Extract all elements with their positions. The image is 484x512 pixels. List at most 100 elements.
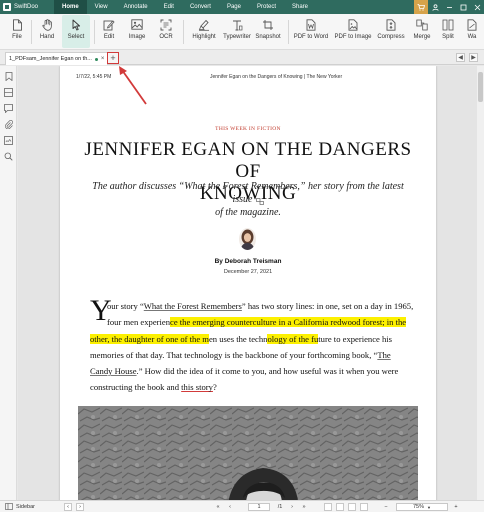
highlight-button[interactable]: Highlight <box>189 15 219 48</box>
select-tool-button[interactable]: Select <box>62 15 90 48</box>
menu-protect[interactable]: Protect <box>249 0 284 14</box>
first-page-icon[interactable]: « <box>214 503 222 511</box>
tab-scroll-left-icon[interactable]: ◀ <box>456 53 465 62</box>
page-header-title: Jennifer Egan on the Dangers of Knowing … <box>210 74 343 80</box>
document-viewer[interactable]: 1/7/22, 5:45 PM Jennifer Egan on the Dan… <box>18 66 477 500</box>
dek-line-1: The author discusses “What the Forest Re… <box>92 181 404 205</box>
split-label: Split <box>442 34 454 40</box>
body-line: constructing the book and this story? <box>90 379 410 395</box>
page-number-input[interactable]: 1 <box>248 503 270 511</box>
last-page-icon[interactable]: » <box>300 503 308 511</box>
swiftdoo-window: SwiftDoo Home View Annotate Edit Convert… <box>0 0 484 512</box>
file-label: File <box>12 34 22 40</box>
author-name[interactable]: Deborah Treisman <box>225 258 282 265</box>
sidebar-toggle[interactable]: Sidebar <box>5 502 35 511</box>
zoom-in-icon[interactable]: + <box>452 503 460 511</box>
menu-edit[interactable]: Edit <box>156 0 182 14</box>
underlined-text[interactable]: this story <box>181 382 213 392</box>
body-text: .” How did the idea of it come to you, a… <box>136 366 399 377</box>
article-byline: By Deborah Treisman <box>60 258 436 265</box>
app-name: SwiftDoo <box>14 4 39 10</box>
next-view-icon[interactable]: › <box>76 503 84 511</box>
bookmark-icon[interactable] <box>4 72 13 81</box>
comments-icon[interactable] <box>4 104 13 113</box>
edit-button[interactable]: Edit <box>100 15 118 48</box>
headline-line-1: JENNIFER EGAN ON THE DANGERS OF <box>84 139 412 182</box>
highlighted-text[interactable]: ce the emerging counterculture in a Cali… <box>170 317 407 328</box>
new-tab-button[interactable]: + <box>107 52 119 64</box>
body-text: four men experien <box>107 317 170 328</box>
split-button[interactable]: Split <box>438 15 458 48</box>
ribbon-separator <box>288 20 289 44</box>
attachment-icon[interactable] <box>4 120 13 129</box>
close-tab-icon[interactable]: × <box>101 56 105 62</box>
menu-view[interactable]: View <box>87 0 116 14</box>
maximize-icon[interactable] <box>456 0 470 14</box>
article-body: Y our story “What the Forest Remembers” … <box>90 294 413 396</box>
cart-icon[interactable] <box>414 0 428 14</box>
watermark-button[interactable]: Wa <box>462 15 482 48</box>
ribbon-separator <box>183 20 184 44</box>
ribbon-separator <box>94 20 95 44</box>
menu-convert[interactable]: Convert <box>182 0 219 14</box>
continuous-view-icon[interactable] <box>336 503 344 511</box>
scrollbar-thumb[interactable] <box>478 72 483 102</box>
previous-view-icon[interactable]: ‹ <box>64 503 72 511</box>
compress-icon <box>385 18 398 31</box>
total-pages: /1 <box>277 504 283 510</box>
article-kicker: THIS WEEK IN FICTION <box>215 126 281 132</box>
pdf-to-word-button[interactable]: PDF to Word <box>292 15 330 48</box>
menu-home[interactable]: Home <box>54 0 87 14</box>
close-window-icon[interactable] <box>470 0 484 14</box>
vertical-scrollbar[interactable] <box>477 66 484 500</box>
compress-button[interactable]: Compress <box>375 15 407 48</box>
highlighted-text[interactable]: ology of the fu <box>267 333 319 344</box>
typewriter-icon <box>231 18 244 31</box>
menu-page[interactable]: Page <box>219 0 249 14</box>
image-button[interactable]: Image <box>126 15 148 48</box>
menu-bar: SwiftDoo Home View Annotate Edit Convert… <box>0 0 484 14</box>
story-link[interactable]: What the Forest Remembers <box>144 301 242 311</box>
two-page-view-icon[interactable] <box>348 503 356 511</box>
split-icon <box>442 18 455 31</box>
pdf-to-word-label: PDF to Word <box>293 34 329 40</box>
hand-label: Hand <box>39 34 55 40</box>
document-tab[interactable]: 1_PDFsam_Jennifer Egan on th... × <box>5 52 108 65</box>
highlighted-text[interactable]: other, the daughter of one of the m <box>90 333 209 344</box>
snapshot-button[interactable]: Snapshot <box>254 15 282 48</box>
pdf-to-image-button[interactable]: PDF to Image <box>333 15 373 48</box>
body-line: Candy House.” How did the idea of it com… <box>90 363 410 379</box>
menu-annotate[interactable]: Annotate <box>116 0 156 14</box>
merge-button[interactable]: Merge <box>410 15 434 48</box>
typewriter-label: Typewriter <box>223 34 251 40</box>
chevron-down-icon: ▼ <box>427 504 431 510</box>
thumbnails-icon[interactable] <box>4 88 13 97</box>
share-link-icon[interactable] <box>255 196 264 206</box>
document-tab-title: 1_PDFsam_Jennifer Egan on th... <box>9 56 92 62</box>
book-link[interactable]: The <box>377 350 390 360</box>
next-page-icon[interactable]: › <box>288 503 296 511</box>
merge-label: Merge <box>413 34 431 40</box>
signature-icon[interactable] <box>4 136 13 145</box>
minimize-icon[interactable] <box>442 0 456 14</box>
account-icon[interactable] <box>428 0 442 14</box>
drop-cap: Y <box>90 294 112 327</box>
search-icon[interactable] <box>4 152 13 161</box>
previous-page-icon[interactable]: ‹ <box>226 503 234 511</box>
typewriter-button[interactable]: Typewriter <box>222 15 252 48</box>
ocr-button[interactable]: OCR <box>156 15 176 48</box>
zoom-select[interactable]: 75% ▼ <box>396 503 448 511</box>
tab-scroll-right-icon[interactable]: ▶ <box>469 53 478 62</box>
sidebar-toggle-label: Sidebar <box>16 504 35 510</box>
hand-tool-button[interactable]: Hand <box>36 15 58 48</box>
ocr-label: OCR <box>159 34 173 40</box>
app-logo: SwiftDoo <box>0 3 54 11</box>
menu-share[interactable]: Share <box>284 0 316 14</box>
book-link[interactable]: Candy House <box>90 366 137 376</box>
file-button[interactable]: File <box>8 15 26 48</box>
highlight-icon <box>198 18 211 31</box>
single-page-view-icon[interactable] <box>324 503 332 511</box>
fit-width-icon[interactable] <box>360 503 368 511</box>
body-text: constructing the book and <box>90 382 182 393</box>
zoom-out-icon[interactable]: − <box>382 503 390 511</box>
